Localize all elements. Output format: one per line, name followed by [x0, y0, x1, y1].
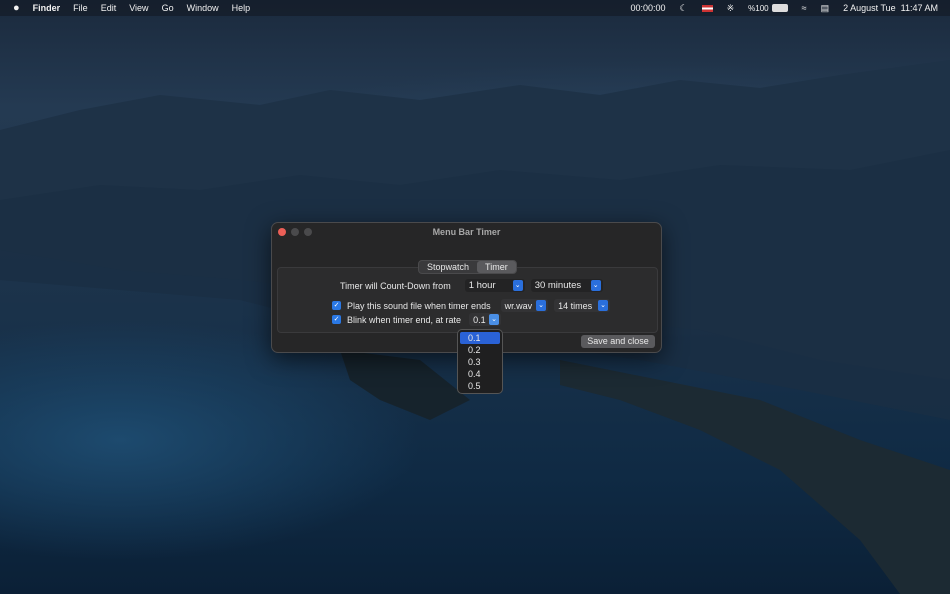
sound-file-popup[interactable]: wr.wav ⌄ — [500, 299, 549, 312]
rate-popup[interactable]: 0.1 ⌄ — [469, 313, 502, 326]
minimize-button[interactable] — [291, 228, 299, 236]
blink-checkbox[interactable]: ✓ — [332, 315, 341, 324]
chevron-down-icon: ⌄ — [590, 280, 601, 291]
menu-file[interactable]: File — [73, 3, 88, 13]
play-sound-label: Play this sound file when timer ends — [347, 300, 491, 311]
datetime[interactable]: 2 August Tue 11:47 AM — [843, 3, 938, 13]
tab-timer[interactable]: Timer — [477, 261, 516, 273]
hours-value: 1 hour — [468, 280, 496, 291]
rate-option[interactable]: 0.3 — [460, 356, 500, 368]
apple-icon[interactable]: ● — [13, 2, 20, 14]
moon-icon[interactable]: ☾ — [680, 3, 688, 14]
bluetooth-icon[interactable]: ※ — [727, 3, 735, 14]
rate-option[interactable]: 0.4 — [460, 368, 500, 380]
sound-file-value: wr.wav — [504, 300, 533, 311]
menubar-timer[interactable]: 00:00:00 — [630, 3, 665, 13]
minutes-popup[interactable]: 30 minutes ⌄ — [530, 279, 603, 292]
control-center-icon[interactable]: ▤ — [821, 3, 830, 14]
chevron-down-icon: ⌄ — [489, 314, 500, 325]
minutes-value: 30 minutes — [534, 280, 582, 291]
tab-control: Stopwatch Timer — [418, 260, 517, 274]
save-and-close-button[interactable]: Save and close — [581, 335, 655, 348]
battery-icon[interactable] — [771, 4, 788, 12]
blink-label: Blink when timer end, at rate — [347, 314, 462, 325]
close-button[interactable] — [278, 228, 286, 236]
battery-percent: %100 — [748, 3, 769, 13]
wifi-icon[interactable]: ≈ — [802, 3, 807, 13]
menu-bar: ● Finder File Edit View Go Window Help 0… — [0, 0, 950, 16]
menu-go[interactable]: Go — [162, 3, 174, 13]
menu-app-finder[interactable]: Finder — [33, 3, 61, 13]
menu-window[interactable]: Window — [187, 3, 219, 13]
rate-value: 0.1 — [473, 314, 486, 325]
menu-help[interactable]: Help — [232, 3, 251, 13]
rate-dropdown-menu: 0.1 0.2 0.3 0.4 0.5 — [457, 329, 503, 394]
repeat-value: 14 times — [558, 300, 593, 311]
rate-option[interactable]: 0.5 — [460, 380, 500, 392]
tab-stopwatch[interactable]: Stopwatch — [419, 261, 477, 273]
flag-icon[interactable] — [701, 4, 713, 12]
hours-popup[interactable]: 1 hour ⌄ — [464, 279, 525, 292]
chevron-down-icon: ⌄ — [512, 280, 523, 291]
chevron-down-icon: ⌄ — [598, 300, 609, 311]
rate-option[interactable]: 0.1 — [460, 332, 500, 344]
rate-option[interactable]: 0.2 — [460, 344, 500, 356]
title-bar[interactable]: Menu Bar Timer — [272, 223, 661, 240]
countdown-label: Timer will Count-Down from — [340, 280, 451, 291]
menu-edit[interactable]: Edit — [101, 3, 117, 13]
play-sound-checkbox[interactable]: ✓ — [332, 301, 341, 310]
zoom-button[interactable] — [304, 228, 312, 236]
chevron-down-icon: ⌄ — [536, 300, 547, 311]
menu-view[interactable]: View — [129, 3, 148, 13]
window-title: Menu Bar Timer — [432, 226, 501, 237]
repeat-popup[interactable]: 14 times ⌄ — [554, 299, 611, 312]
